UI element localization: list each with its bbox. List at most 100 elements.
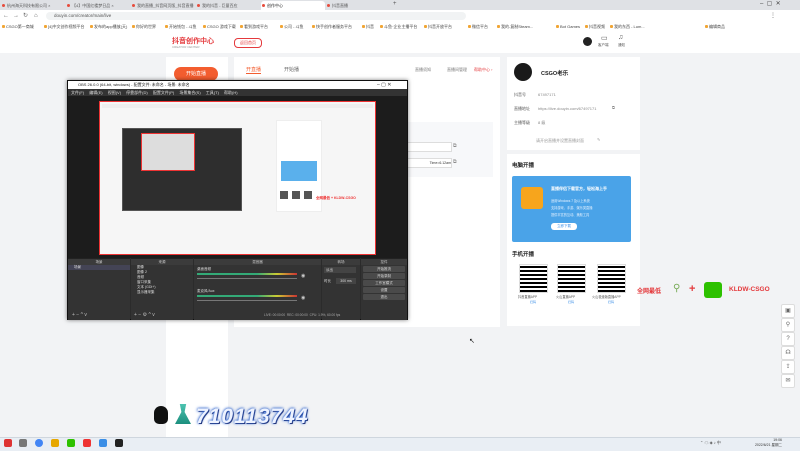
bookmark-item[interactable]: 你好的世界: [132, 23, 156, 30]
obs-menu-item[interactable]: 视图(V): [108, 90, 121, 95]
feedback-icon[interactable]: ✉: [781, 374, 795, 388]
tab-live[interactable]: 开直播: [246, 66, 262, 74]
obs-menu-item[interactable]: 停靠部件(D): [126, 90, 148, 95]
source-item[interactable]: 显示器采集: [131, 290, 193, 295]
obs-menu-item[interactable]: 文件(F): [71, 90, 84, 95]
wechat-taskbar-icon[interactable]: [67, 439, 75, 447]
row-label: 直播地址: [514, 106, 530, 111]
bookmark-item[interactable]: 公司 - 斗鱼: [280, 23, 304, 30]
download-button[interactable]: 立即下载: [551, 223, 577, 230]
browser-tab[interactable]: 【4】中国红楼梦日品 ×: [66, 1, 130, 10]
chrome-icon[interactable]: [35, 439, 43, 447]
room-manage-link[interactable]: 直播间管理: [447, 67, 467, 73]
bookmark-item[interactable]: 发布的app播放(天): [90, 23, 127, 30]
profile-note[interactable]: 请开启直播并设置直播封面: [536, 138, 584, 144]
tray-icons[interactable]: ⌃ ☁ ◈ ♪ 中: [700, 440, 721, 446]
qq-number: 710113744: [196, 405, 309, 428]
headset-icon[interactable]: ☊: [781, 346, 795, 360]
transition-select[interactable]: 淡出: [324, 267, 356, 273]
browser-tab[interactable]: 抖音直播: [326, 1, 390, 10]
url-field[interactable]: douyin.com/creator/main/live: [46, 12, 466, 20]
bookmark-item[interactable]: 斗鱼·企业主播平台: [380, 23, 417, 30]
obs-preview[interactable]: 全网最低 + KLDW-CSGO: [68, 96, 407, 258]
taskbar-app-icon[interactable]: [19, 439, 27, 447]
side-tool-icon[interactable]: ▣: [781, 304, 795, 318]
bookmark-item[interactable]: 开始钱包 - 斗鱼: [165, 23, 197, 30]
volume-slider[interactable]: [197, 278, 297, 279]
copy-icon[interactable]: ⧉: [612, 105, 615, 110]
studio-mode-button[interactable]: 工作室模式: [363, 280, 405, 286]
bookmark-item[interactable]: 我的-复制Steam...: [497, 23, 533, 30]
folder-icon[interactable]: [51, 439, 59, 447]
scene-add-remove-icons[interactable]: + − ^ v: [72, 312, 87, 318]
help-link[interactable]: 帮助中心 ›: [474, 67, 492, 73]
avatar[interactable]: [583, 37, 592, 46]
menu-icon[interactable]: ⋮: [770, 12, 776, 20]
forward-icon[interactable]: →: [13, 12, 19, 20]
bookmark-item[interactable]: Bot Games: [556, 23, 580, 30]
new-tab-icon[interactable]: +: [393, 1, 397, 7]
tab-start[interactable]: 开始播: [284, 66, 299, 73]
client-icon[interactable]: ▭: [601, 34, 608, 42]
bookmark-item[interactable]: CSGO 游戏下载: [203, 23, 236, 30]
bookmark-item[interactable]: 抖音视频: [585, 23, 605, 30]
obs-title-bar[interactable]: OBS 26.0.0 (64-bit, windows) - 配置文件: 未命名…: [68, 81, 407, 89]
start-live-button[interactable]: 开始直播: [174, 67, 218, 81]
browser-tab-active[interactable]: 创作中心: [261, 1, 325, 10]
edit-icon[interactable]: ✎: [597, 137, 600, 142]
window-controls[interactable]: – ▢ ✕: [760, 0, 781, 7]
start-streaming-button[interactable]: 开始推流: [363, 266, 405, 272]
obs-menu-item[interactable]: 场景集合(S): [179, 90, 200, 95]
share-icon[interactable]: ⇪: [781, 360, 795, 374]
start-icon[interactable]: [4, 439, 12, 447]
home-icon[interactable]: ⌂: [34, 12, 38, 20]
banner-title: 直播伴侣下载官方，轻松海上手: [551, 186, 607, 191]
obs-menu-item[interactable]: 工具(T): [206, 90, 219, 95]
site-header: [0, 31, 800, 53]
settings-button[interactable]: 设置: [363, 287, 405, 293]
promo-text: 全网最低: [637, 289, 662, 295]
return-home-button[interactable]: 返回首页: [234, 38, 262, 48]
copy-icon[interactable]: ⧉: [453, 159, 457, 165]
obs-menu-item[interactable]: 配置文件(P): [153, 90, 174, 95]
scene-item[interactable]: 场景: [68, 265, 130, 270]
notice-link[interactable]: 直播须知: [415, 67, 431, 73]
help-icon[interactable]: ?: [781, 332, 795, 346]
reload-icon[interactable]: ↻: [23, 12, 28, 20]
duration-input[interactable]: 300 ms: [336, 278, 356, 284]
bookmark-item[interactable]: 快手创作者服务平台: [312, 23, 352, 30]
obs-taskbar-icon[interactable]: [115, 439, 123, 447]
companion-banner[interactable]: 直播伴侣下载官方，轻松海上手 适用Windows 7 及以上系统 支持游戏、手游…: [512, 176, 631, 242]
obs-window-controls[interactable]: – ▢ ✕: [377, 81, 391, 89]
exit-button[interactable]: 退出: [363, 294, 405, 300]
speaker-icon[interactable]: ◉: [301, 273, 305, 279]
volume-slider[interactable]: [197, 300, 297, 301]
obs-menu-item[interactable]: 编辑(E): [89, 90, 102, 95]
source-add-remove-icons[interactable]: + − ⚙ ^ v: [134, 312, 155, 318]
bookmark-item[interactable]: 抖音: [362, 23, 374, 30]
browser-tab[interactable]: 我的直播_抖音网页版_抖音直播: [131, 1, 195, 10]
copy-icon[interactable]: ⧉: [453, 143, 457, 149]
browser-tab[interactable]: 杭州海天科技有限公司 ×: [1, 1, 65, 10]
bookmark-item[interactable]: [4]中文创作视频平台: [44, 23, 84, 30]
qr-code: [519, 264, 548, 293]
taskbar-app-icon[interactable]: [83, 439, 91, 447]
nested-qr: [304, 191, 312, 199]
side-tool-icon[interactable]: ⚲: [781, 318, 795, 332]
back-icon[interactable]: ←: [3, 12, 9, 20]
bookmark-item[interactable]: CSGO第一商城: [2, 23, 34, 30]
microphone-icon[interactable]: ◉: [301, 295, 305, 301]
rec-time: REC: 00:00:00: [286, 313, 308, 317]
bookmark-item[interactable]: 我的东西 - Lum...: [610, 23, 645, 30]
clock[interactable]: 19:06 2022/6/21 星期二: [752, 438, 782, 448]
notification-icon[interactable]: ♫: [618, 34, 623, 41]
bookmark-item[interactable]: 微信平台: [468, 23, 488, 30]
browser-tab[interactable]: 我的抖音 - 巨量百应: [196, 1, 260, 10]
obs-window[interactable]: OBS 26.0.0 (64-bit, windows) - 配置文件: 未命名…: [67, 80, 408, 320]
bookmark-item[interactable]: 抖音开放平台: [424, 23, 452, 30]
bookmark-item[interactable]: 看到游戏平台: [240, 23, 268, 30]
obs-menu-item[interactable]: 帮助(H): [224, 90, 238, 95]
bookmark-item[interactable]: 编辑商品: [705, 23, 725, 30]
start-recording-button[interactable]: 开始录制: [363, 273, 405, 279]
taskbar-app-icon[interactable]: [99, 439, 107, 447]
